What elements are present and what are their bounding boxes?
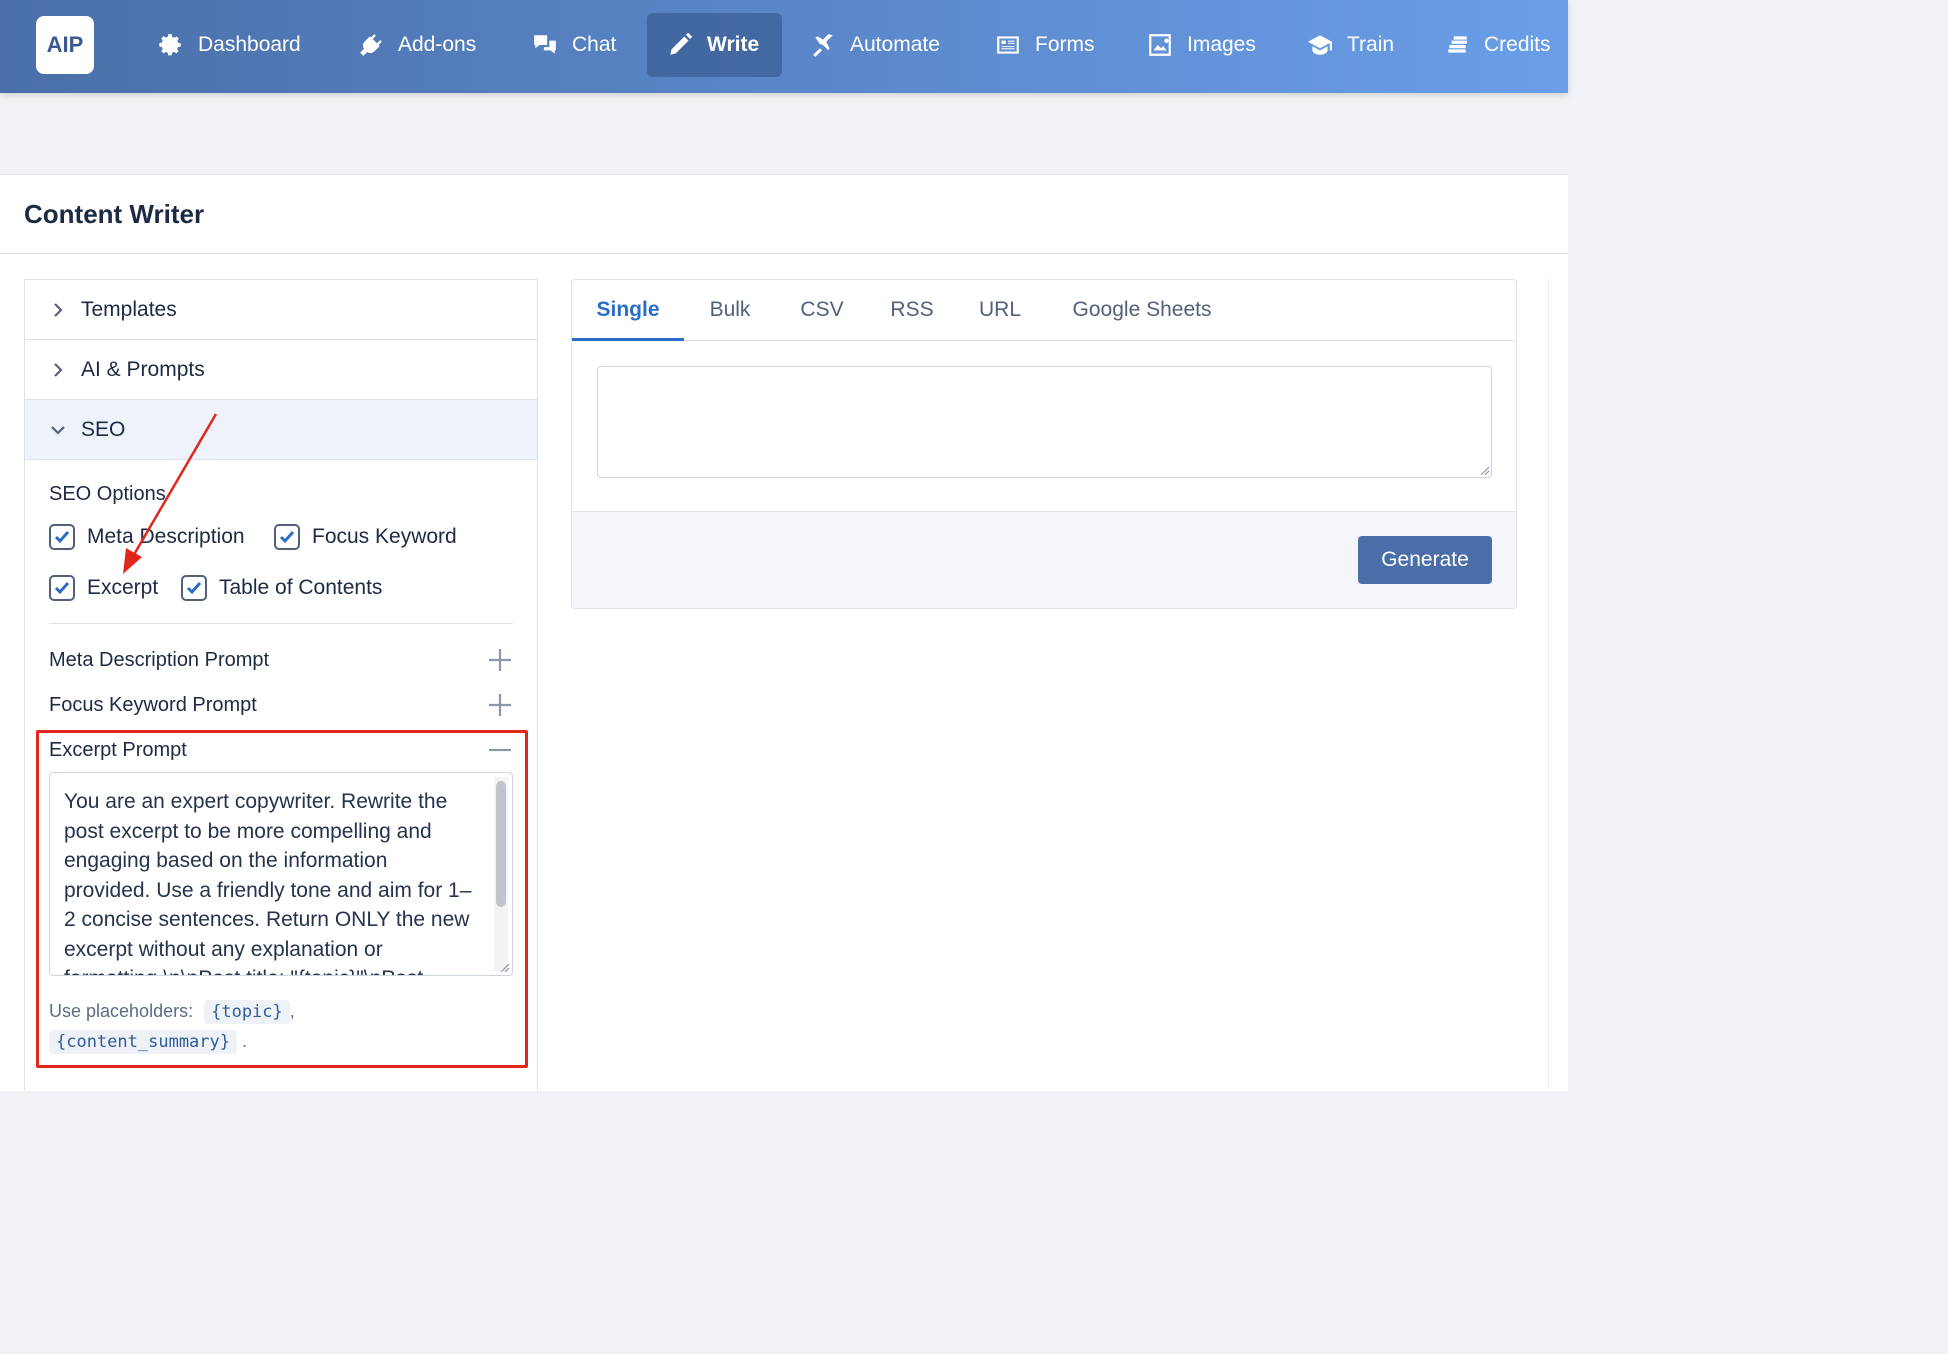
accordion-ai-prompts[interactable]: AI & Prompts: [25, 340, 537, 400]
settings-accordion: Templates AI & Prompts SEO SEO Options M…: [24, 279, 538, 1091]
accordion-seo[interactable]: SEO: [25, 400, 537, 460]
pencil-icon: [670, 32, 693, 55]
tab-csv[interactable]: CSV: [776, 280, 868, 341]
graduation-cap-icon: [1308, 35, 1332, 55]
nav-label: Automate: [850, 33, 940, 56]
nav-label: Forms: [1035, 33, 1095, 56]
nav-images[interactable]: Images: [1127, 13, 1276, 77]
meta-description-prompt-row[interactable]: Meta Description Prompt: [49, 647, 513, 673]
generator-panel: Single Bulk CSV RSS URL Google Sheets Ge…: [571, 279, 1517, 609]
image-icon: [1149, 34, 1171, 56]
plug-icon: [360, 34, 382, 56]
nav-label: Train: [1347, 33, 1395, 56]
tab-url[interactable]: URL: [956, 280, 1044, 341]
checkbox[interactable]: [49, 524, 75, 550]
nav-label: Write: [707, 33, 760, 56]
chevron-down-icon: [51, 425, 65, 435]
page-title: Content Writer: [24, 199, 205, 229]
page-header: Content Writer: [0, 174, 1568, 254]
accordion-label: AI & Prompts: [81, 357, 205, 381]
prompt-label: Focus Keyword Prompt: [49, 693, 257, 716]
nav-dashboard[interactable]: Dashboard: [138, 13, 321, 77]
plus-icon[interactable]: [487, 647, 513, 673]
focus-keyword-prompt-row[interactable]: Focus Keyword Prompt: [49, 692, 513, 718]
topic-textarea[interactable]: [597, 366, 1492, 478]
nav-automate[interactable]: Automate: [790, 13, 960, 77]
annotation-arrow: [123, 413, 218, 574]
nav-label: Images: [1187, 33, 1256, 56]
tab-single[interactable]: Single: [572, 280, 684, 341]
check-icon: [279, 531, 295, 544]
tab-google-sheets[interactable]: Google Sheets: [1044, 280, 1240, 341]
tab-bulk[interactable]: Bulk: [684, 280, 776, 341]
mode-tabs: Single Bulk CSV RSS URL Google Sheets: [572, 280, 1516, 341]
chevron-right-icon: [54, 362, 63, 377]
form-icon: [997, 36, 1019, 54]
divider: [49, 623, 513, 624]
plus-icon[interactable]: [487, 692, 513, 718]
nav-label: Add-ons: [398, 33, 477, 56]
accordion-templates[interactable]: Templates: [25, 280, 537, 340]
nav-label: Chat: [572, 33, 617, 56]
nav-label: Dashboard: [198, 33, 301, 56]
nav-train[interactable]: Train: [1287, 13, 1414, 77]
chevron-right-icon: [54, 302, 63, 317]
tab-rss[interactable]: RSS: [868, 280, 956, 341]
top-nav: AIP Dashboard Add-ons Chat Write Automat…: [0, 0, 1568, 93]
nav-add-ons[interactable]: Add-ons: [338, 13, 496, 77]
coins-icon: [1448, 36, 1467, 53]
panel-footer: Generate: [572, 511, 1516, 608]
option-label: Table of Contents: [219, 576, 383, 599]
gear-icon: [159, 34, 181, 56]
checkbox[interactable]: [274, 524, 300, 550]
prompt-label: Meta Description Prompt: [49, 648, 270, 671]
annotation-highlight-box: [36, 730, 528, 1068]
option-focus-keyword[interactable]: Focus Keyword: [274, 524, 457, 550]
nav-chat[interactable]: Chat: [512, 13, 636, 77]
nav-label: Credits: [1484, 33, 1551, 56]
accordion-label: Templates: [81, 297, 177, 321]
check-icon: [54, 582, 70, 595]
option-label: Focus Keyword: [312, 525, 457, 548]
nav-write[interactable]: Write: [647, 13, 782, 77]
app-logo[interactable]: AIP: [36, 16, 94, 74]
generate-button[interactable]: Generate: [1358, 536, 1492, 584]
resize-grip-icon[interactable]: [1478, 464, 1490, 476]
divider: [1548, 279, 1549, 1091]
nav-forms[interactable]: Forms: [975, 13, 1115, 77]
plane-icon: [813, 34, 833, 57]
checkbox[interactable]: [49, 575, 75, 601]
nav-credits[interactable]: Credits: [1424, 13, 1571, 77]
check-icon: [54, 531, 70, 544]
check-icon: [186, 582, 202, 595]
chat-icon: [534, 35, 556, 54]
